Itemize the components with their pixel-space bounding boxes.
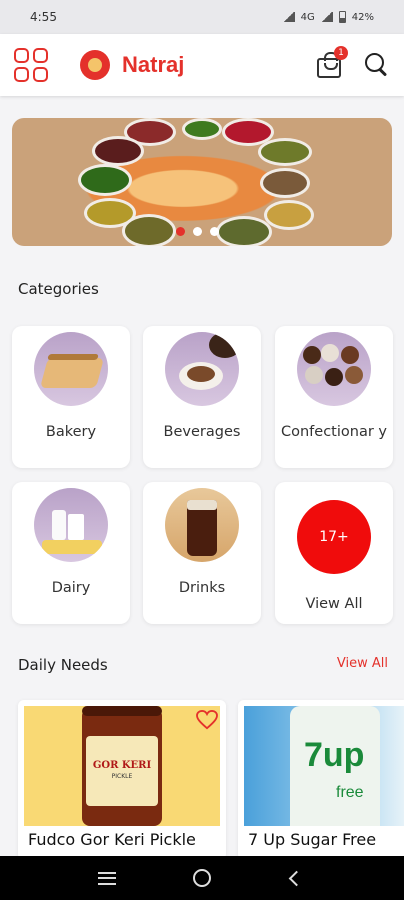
chocolates-image [297, 332, 371, 406]
home-button[interactable] [182, 863, 222, 893]
cart-badge: 1 [334, 46, 348, 60]
category-label: Confectionar y [281, 424, 387, 440]
product-card[interactable]: 7up free 7 Up Sugar Free [238, 700, 404, 860]
bottle-sub-text: free [336, 784, 364, 801]
status-icons: 4G 42% [282, 11, 374, 23]
spice-bowl [258, 138, 312, 166]
coffee-image [165, 332, 239, 406]
spice-bowl [216, 216, 272, 246]
pager-dot[interactable] [210, 227, 219, 236]
product-card[interactable]: GOR KERI PICKLE Fudco Gor Keri Pickle [18, 700, 226, 860]
pickle-jar-image: GOR KERI PICKLE [24, 706, 220, 826]
back-button[interactable] [277, 863, 317, 893]
daily-needs-view-all-link[interactable]: View All [337, 656, 388, 671]
pager-dot[interactable] [193, 227, 202, 236]
category-confectionary[interactable]: Confectionar y [275, 326, 393, 468]
spice-bowl [122, 214, 176, 246]
category-label: Beverages [163, 424, 241, 440]
bottle-brand-text: 7up [304, 736, 365, 774]
category-bakery[interactable]: Bakery [12, 326, 130, 468]
banner-pager [176, 227, 219, 236]
pager-dot[interactable] [176, 227, 185, 236]
cart-button[interactable]: 1 [316, 46, 348, 78]
brand-name: Natraj [122, 52, 185, 77]
category-view-all[interactable]: 17+ View All [275, 482, 393, 624]
category-label: Drinks [178, 580, 226, 596]
brand-logo-icon [80, 50, 110, 80]
brand: Natraj [80, 50, 184, 80]
product-name: Fudco Gor Keri Pickle [28, 830, 196, 849]
category-drinks[interactable]: Drinks [143, 482, 261, 624]
categories-title: Categories [18, 280, 99, 298]
bread-image [34, 332, 108, 406]
recent-apps-button[interactable] [87, 863, 127, 893]
signal-icon [282, 12, 295, 22]
status-time: 4:55 [30, 10, 57, 24]
home-icon [192, 869, 211, 887]
signal-icon-2 [320, 12, 333, 22]
category-label: View All [305, 596, 363, 612]
jar-label: GOR KERI [92, 760, 152, 771]
battery-level: 42% [351, 11, 374, 23]
app-bar: Natraj 1 [0, 34, 404, 96]
jar-sub-label: PICKLE [111, 773, 133, 780]
spice-bowl [260, 168, 310, 198]
spice-bowl [264, 200, 314, 230]
cart-icon [317, 52, 341, 78]
search-icon[interactable] [364, 52, 390, 78]
recent-apps-icon [98, 871, 117, 885]
view-all-badge: 17+ [297, 500, 371, 574]
system-nav-bar [0, 856, 404, 900]
category-dairy[interactable]: Dairy [12, 482, 130, 624]
battery-icon [338, 11, 346, 23]
daily-needs-title: Daily Needs [18, 656, 108, 674]
back-icon [288, 870, 305, 886]
cola-image [165, 488, 239, 562]
category-beverages[interactable]: Beverages [143, 326, 261, 468]
app-bar-actions: 1 [316, 46, 390, 78]
spice-bowl [78, 164, 132, 196]
category-label: Dairy [51, 580, 91, 596]
status-bar: 4:55 4G 42% [0, 0, 404, 34]
category-label: Bakery [45, 424, 97, 440]
spice-bowl [92, 136, 144, 166]
menu-grid-icon[interactable] [14, 48, 48, 82]
product-name: 7 Up Sugar Free [248, 830, 377, 849]
network-type: 4G [300, 11, 315, 23]
spice-bowl [182, 118, 222, 140]
favorite-heart-icon[interactable] [196, 710, 218, 730]
milk-image [34, 488, 108, 562]
7up-bottle-image: 7up free [244, 706, 404, 826]
